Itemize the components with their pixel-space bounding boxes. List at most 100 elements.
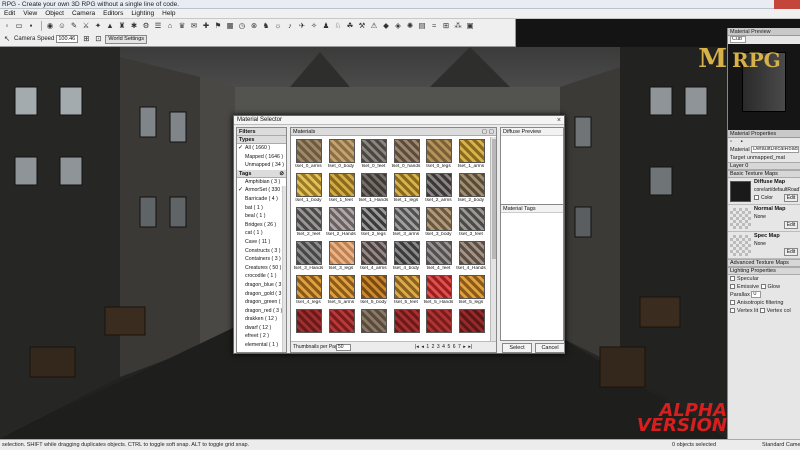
diffuse-edit-button[interactable]: Edit (784, 194, 798, 202)
type-filter-item[interactable]: ✓ All ( 1660 ) (237, 144, 286, 153)
tag-filter-item[interactable]: Amphibian ( 3 ) (237, 178, 286, 187)
loot-editor-icon[interactable]: ✚ (201, 21, 211, 31)
light-editor-icon[interactable]: ✺ (405, 21, 415, 31)
material-tile[interactable]: tset_2_body (455, 171, 488, 205)
normal-edit-button[interactable]: Edit (784, 221, 798, 229)
dialog-close-icon[interactable]: × (557, 116, 561, 125)
diffuse-color-checkbox[interactable] (754, 195, 759, 201)
page-link[interactable]: 2 (432, 342, 435, 353)
menu-view[interactable]: View (19, 9, 41, 18)
material-tile[interactable] (325, 307, 358, 341)
select-button[interactable]: Select (502, 343, 532, 353)
normal-map-thumbnail[interactable] (730, 208, 751, 229)
material-tile[interactable]: tset_0_hands (390, 137, 423, 171)
vertex-lit-checkbox[interactable] (730, 308, 735, 314)
material-tile[interactable]: tset_4_legs (292, 273, 325, 307)
material-tile[interactable]: tset_1_arms (455, 137, 488, 171)
page-link[interactable]: ▸| (468, 342, 472, 353)
tag-filter-item[interactable]: drakken ( 12 ) (237, 315, 286, 324)
dialog-title-bar[interactable]: Material Selector × (234, 116, 564, 125)
page-link[interactable]: 6 (453, 342, 456, 353)
material-name-field[interactable]: DefaultDecalRoadMaterial (751, 146, 800, 154)
material-tile[interactable]: tset_0_body (325, 137, 358, 171)
type-filter-item[interactable]: Unmapped ( 34 ) (237, 161, 286, 170)
new-material-icon[interactable]: ▫ (730, 139, 737, 146)
material-preview-view[interactable]: RPG (728, 44, 800, 130)
delete-material-icon[interactable]: ▢ (489, 128, 494, 136)
page-link[interactable]: ▸ (463, 342, 466, 353)
tag-filter-item[interactable]: dragon_green ( 3 ) (237, 298, 286, 307)
material-tile[interactable]: tset_4_body (390, 239, 423, 273)
anisotropic-checkbox[interactable] (730, 300, 735, 306)
tag-filter-item[interactable]: efreet ( 2 ) (237, 332, 286, 341)
vertex-color-checkbox[interactable] (759, 308, 765, 314)
diffuse-map-thumbnail[interactable] (730, 181, 751, 202)
tag-filter-item[interactable]: dwarf ( 12 ) (237, 324, 286, 333)
emissive-checkbox[interactable] (730, 284, 735, 290)
materials-scrollbar[interactable] (490, 137, 496, 342)
thumbnails-per-page-select[interactable]: 50 (336, 344, 351, 351)
save-material-icon[interactable]: ▪ (741, 139, 748, 146)
camera-speed-input[interactable]: 100.46 (56, 35, 79, 43)
material-tile[interactable]: tset_3_arms (390, 205, 423, 239)
water-editor-icon[interactable]: ≈ (429, 21, 439, 31)
tag-filter-item[interactable]: dragon_red ( 3 ) (237, 307, 286, 316)
spell-editor-icon[interactable]: ✦ (93, 21, 103, 31)
camera-tool-icon[interactable]: ▣ (465, 21, 475, 31)
type-filter-item[interactable]: Mapped ( 1646 ) (237, 153, 286, 162)
timer-editor-icon[interactable]: ◷ (237, 21, 247, 31)
material-tile[interactable]: tset_0_legs (422, 137, 455, 171)
vehicle-editor-icon[interactable]: ✈ (297, 21, 307, 31)
page-link[interactable]: |◂ (415, 342, 419, 353)
menu-lighting[interactable]: Lighting (127, 9, 158, 18)
tags-scrollbar[interactable] (282, 186, 286, 352)
tag-filter-item[interactable]: Barricade ( 4 ) (237, 195, 286, 204)
page-link[interactable]: 7 (458, 342, 461, 353)
soft-snap-icon[interactable]: ⊡ (93, 34, 103, 44)
menu-camera[interactable]: Camera (68, 9, 99, 18)
spec-map-thumbnail[interactable] (730, 235, 751, 256)
faction-editor-icon[interactable]: ⚑ (213, 21, 223, 31)
tag-filter-item[interactable]: Bridges ( 26 ) (237, 221, 286, 230)
select-arrow-icon[interactable]: ↖ (2, 34, 12, 44)
tag-filter-item[interactable]: crocodile ( 1 ) (237, 272, 286, 281)
trap-editor-icon[interactable]: ⚠ (369, 21, 379, 31)
map-editor-icon[interactable]: ▦ (225, 21, 235, 31)
weather-editor-icon[interactable]: ☼ (273, 21, 283, 31)
material-editor-icon[interactable]: ◈ (393, 21, 403, 31)
tag-filter-item[interactable]: dragon_gold ( 3 ) (237, 290, 286, 299)
page-link[interactable]: 3 (437, 342, 440, 353)
skill-editor-icon[interactable]: ✧ (309, 21, 319, 31)
save-icon[interactable]: ▪ (26, 21, 36, 31)
material-tile[interactable]: tset_1_legs (390, 171, 423, 205)
tag-filter-item[interactable]: ✓ ArmorSet ( 330 ) (237, 186, 286, 195)
dialog-editor-icon[interactable]: ✉ (189, 21, 199, 31)
specular-checkbox[interactable] (730, 276, 735, 282)
page-link[interactable]: 4 (442, 342, 445, 353)
grid-snap-icon[interactable]: ⊞ (81, 34, 91, 44)
material-tile[interactable]: tset_5_legs (455, 273, 488, 307)
talent-editor-icon[interactable]: ☘ (345, 21, 355, 31)
material-tile[interactable] (357, 307, 390, 341)
open-folder-icon[interactable]: ▭ (14, 21, 24, 31)
page-link[interactable]: 1 (426, 342, 429, 353)
material-tile[interactable]: tset_4_feet (422, 239, 455, 273)
material-tile[interactable]: tset_2_legs (357, 205, 390, 239)
material-tile[interactable]: tset_5_Hands (422, 273, 455, 307)
material-tile[interactable]: tset_5_feet (390, 273, 423, 307)
tag-filter-item[interactable]: Constructs ( 3 ) (237, 247, 286, 256)
lock-editor-icon[interactable]: ⊗ (249, 21, 259, 31)
material-tile[interactable]: tset_2_feet (292, 205, 325, 239)
road-editor-icon[interactable]: ⊞ (441, 21, 451, 31)
crafting-editor-icon[interactable]: ⚒ (357, 21, 367, 31)
character-editor-icon[interactable]: ♜ (117, 21, 127, 31)
animation-editor-icon[interactable]: ♞ (261, 21, 271, 31)
menu-editors[interactable]: Editors (99, 9, 127, 18)
shop-editor-icon[interactable]: ♛ (177, 21, 187, 31)
parallax-field[interactable]: 0 (751, 291, 762, 299)
quest-editor-icon[interactable]: ✎ (69, 21, 79, 31)
material-tile[interactable]: tset_3_feet (455, 205, 488, 239)
material-tile[interactable]: tset_3_legs (325, 239, 358, 273)
tag-filter-item[interactable]: Containers ( 3 ) (237, 255, 286, 264)
material-tile[interactable]: tset_1_Hands (357, 171, 390, 205)
